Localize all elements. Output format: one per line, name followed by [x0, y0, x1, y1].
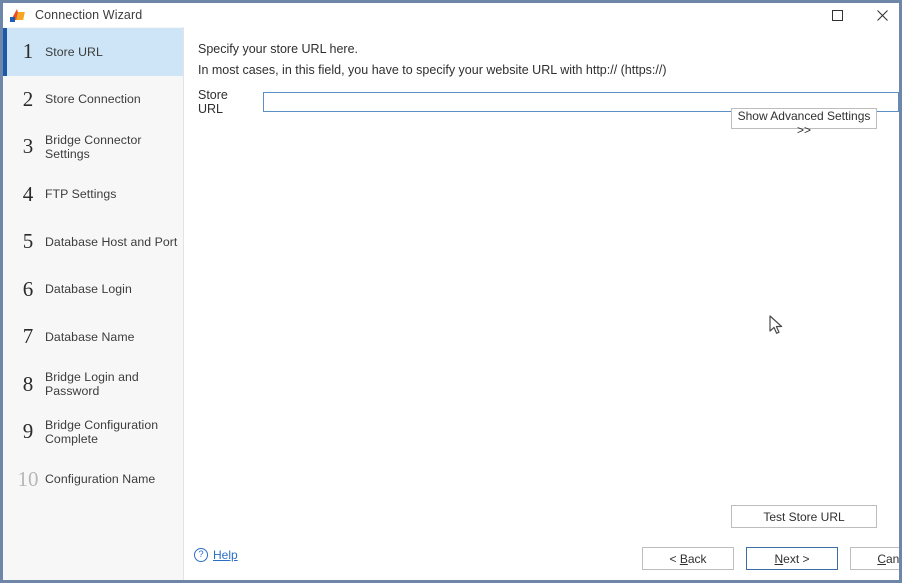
step-number: 3 — [22, 134, 34, 159]
window-content: 1 Store URL 2 Store Connection 3 Bridge … — [3, 27, 899, 580]
sidebar-item-database-name[interactable]: 7 Database Name — [3, 313, 183, 361]
title-bar: Connection Wizard — [3, 0, 899, 28]
step-label: Store Connection — [45, 92, 141, 107]
sidebar-item-store-connection[interactable]: 2 Store Connection — [3, 76, 183, 124]
step-label: Database Name — [45, 329, 135, 344]
next-suffix: ext > — [783, 551, 810, 566]
step-label: Bridge Connector Settings — [45, 132, 142, 161]
sidebar-item-database-host-and-port[interactable]: 5 Database Host and Port — [3, 218, 183, 266]
window-title: Connection Wizard — [35, 8, 143, 22]
active-accent-bar — [3, 361, 7, 409]
back-button[interactable]: < Back — [642, 547, 734, 570]
back-prefix: < — [669, 551, 680, 566]
help-link[interactable]: ? Help — [194, 548, 238, 562]
sidebar-item-configuration-name[interactable]: 10 Configuration Name — [3, 456, 183, 504]
active-accent-bar — [3, 218, 7, 266]
sidebar-item-store-url[interactable]: 1 Store URL — [3, 28, 183, 76]
step-number: 6 — [22, 276, 34, 301]
close-icon[interactable] — [860, 2, 899, 28]
show-advanced-settings-button[interactable]: Show Advanced Settings >> — [731, 108, 877, 137]
step-label: Store URL — [45, 44, 103, 59]
intro-line-2: In most cases, in this field, you have t… — [198, 63, 667, 77]
active-accent-bar — [3, 408, 7, 456]
step-label: Bridge Login and Password — [45, 370, 139, 399]
sidebar-item-bridge-configuration-complete[interactable]: 9 Bridge Configuration Complete — [3, 408, 183, 456]
step-label: Database Login — [45, 282, 132, 297]
cancel-suffix: ancel — [885, 551, 900, 566]
step-number: 7 — [22, 324, 34, 349]
app-icon — [10, 7, 26, 23]
step-number: 1 — [22, 39, 34, 64]
step-label: Bridge Configuration Complete — [45, 417, 159, 446]
back-suffix: ack — [687, 551, 707, 566]
step-label: Configuration Name — [45, 472, 156, 487]
help-label: Help — [213, 548, 238, 562]
active-accent-bar — [3, 266, 7, 314]
step-number: 10 — [17, 466, 39, 491]
active-accent-bar — [3, 456, 7, 504]
active-accent-bar — [3, 28, 7, 76]
test-store-url-button[interactable]: Test Store URL — [731, 505, 877, 528]
step-number: 8 — [22, 371, 34, 396]
sidebar-item-database-login[interactable]: 6 Database Login — [3, 266, 183, 314]
intro-line-1: Specify your store URL here. — [198, 42, 359, 56]
next-mnemonic: N — [774, 551, 784, 566]
question-mark-icon: ? — [194, 548, 208, 562]
active-accent-bar — [3, 171, 7, 219]
step-number: 9 — [22, 419, 34, 444]
wizard-steps-sidebar: 1 Store URL 2 Store Connection 3 Bridge … — [3, 27, 184, 580]
maximize-icon[interactable] — [815, 2, 860, 28]
sidebar-item-ftp-settings[interactable]: 4 FTP Settings — [3, 171, 183, 219]
sidebar-item-bridge-login-and-password[interactable]: 8 Bridge Login and Password — [3, 361, 183, 409]
step-number: 5 — [22, 229, 34, 254]
next-button[interactable]: Next > — [746, 547, 838, 570]
wizard-main-pane: Specify your store URL here. In most cas… — [184, 27, 899, 580]
cancel-button[interactable]: Cancel — [850, 547, 900, 570]
connection-wizard-window: Connection Wizard 1 Store URL 2 Store Co… — [0, 0, 902, 583]
store-url-label: Store URL — [198, 88, 228, 116]
active-accent-bar — [3, 313, 7, 361]
step-label: Database Host and Port — [45, 234, 178, 249]
step-number: 2 — [22, 86, 34, 111]
sidebar-item-bridge-connector-settings[interactable]: 3 Bridge Connector Settings — [3, 123, 183, 171]
active-accent-bar — [3, 76, 7, 124]
back-mnemonic: B — [679, 551, 688, 566]
wizard-navigation-buttons: < Back Next > Cancel — [642, 547, 900, 570]
cancel-mnemonic: C — [877, 551, 886, 566]
step-label: FTP Settings — [45, 187, 117, 202]
step-number: 4 — [22, 181, 34, 206]
active-accent-bar — [3, 123, 7, 171]
